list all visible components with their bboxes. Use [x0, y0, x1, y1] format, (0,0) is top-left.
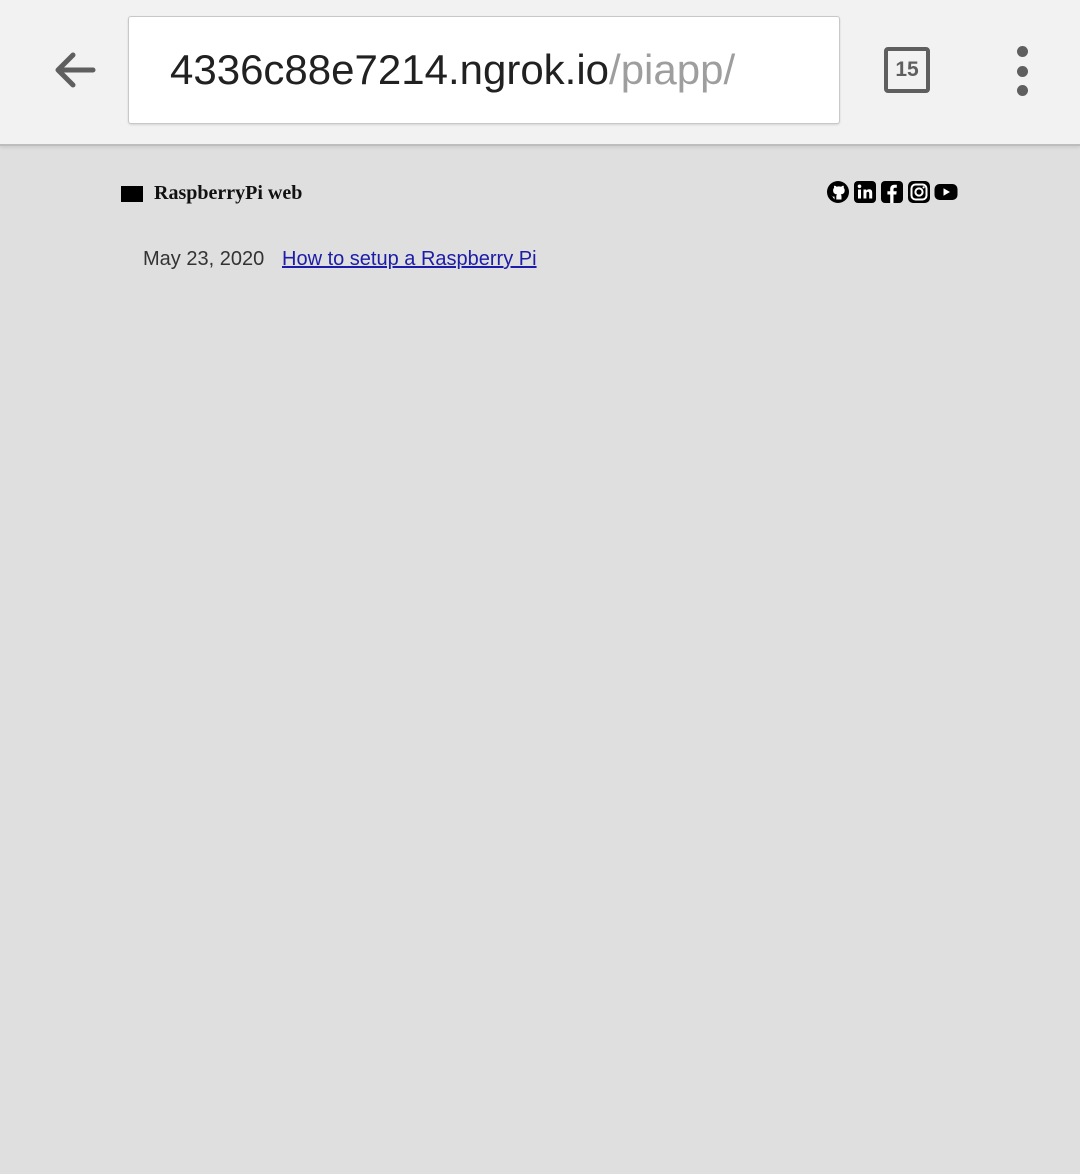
instagram-icon[interactable] [907, 180, 931, 204]
site-logo[interactable] [121, 186, 143, 202]
post-list-item: May 23, 2020 How to setup a Raspberry Pi [143, 248, 537, 271]
post-date: May 23, 2020 [143, 248, 265, 270]
post-title-link[interactable]: How to setup a Raspberry Pi [282, 248, 537, 271]
url-path: /piapp/ [609, 46, 736, 93]
youtube-icon[interactable] [934, 180, 958, 204]
more-vert-icon[interactable] [1000, 46, 1044, 96]
github-icon[interactable] [826, 180, 850, 204]
linkedin-icon[interactable] [853, 180, 877, 204]
browser-toolbar: 4336c88e7214.ngrok.io/piapp/ 15 [0, 0, 1080, 146]
back-button[interactable] [44, 40, 104, 100]
back-arrow-icon [55, 52, 96, 88]
tab-count: 15 [895, 58, 919, 81]
tabs-button[interactable]: 15 [884, 47, 930, 93]
site-title[interactable]: RaspberryPi web [154, 182, 302, 205]
url-host: 4336c88e7214.ngrok.io [170, 46, 610, 93]
facebook-icon[interactable] [880, 180, 904, 204]
social-links [826, 180, 958, 204]
address-bar[interactable]: 4336c88e7214.ngrok.io/piapp/ [128, 16, 840, 124]
